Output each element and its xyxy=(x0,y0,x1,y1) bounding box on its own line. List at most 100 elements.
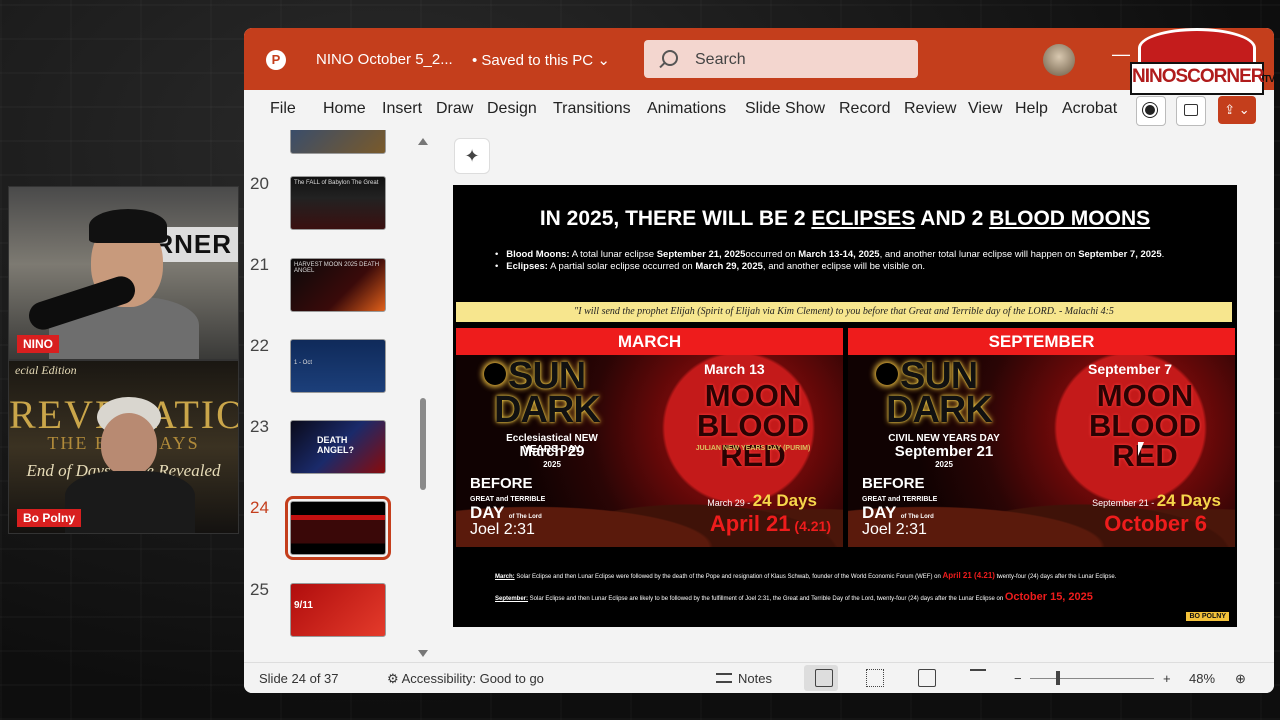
ninos-corner-logo: NINOSCORNERTV xyxy=(1130,28,1275,98)
slide-thumbnail-21[interactable]: HARVEST MOON 2025 DEATH ANGEL xyxy=(290,258,386,312)
note-label: March: xyxy=(495,574,515,580)
note-text: twenty-four (24) days after the Lunar Ec… xyxy=(994,574,1117,580)
note-highlight: April 21 (4.21) xyxy=(942,571,995,580)
reading-view-icon[interactable] xyxy=(918,669,936,687)
new-year-date: March 29 xyxy=(519,443,585,460)
search-icon xyxy=(662,50,678,66)
zoom-out-button[interactable]: − xyxy=(1014,671,1022,686)
thumbnail-title: 9/11 xyxy=(294,600,313,611)
zoom-slider[interactable] xyxy=(1030,678,1154,679)
notes-icon[interactable] xyxy=(716,673,732,683)
slide-thumbnail-25[interactable]: 9/11 xyxy=(290,583,386,637)
target-date: October 6 xyxy=(1104,511,1207,536)
logo-tv: TV xyxy=(1263,74,1276,85)
thumbnail-number: 25 xyxy=(250,580,269,599)
tab-file[interactable]: File xyxy=(270,100,296,118)
record-icon xyxy=(1145,105,1155,115)
bullet-eclipses: • Eclipses: A partial solar eclipse occu… xyxy=(495,261,926,272)
great-terrible-text: GREAT and TERRIBLE xyxy=(862,496,938,503)
moon-word: MOON xyxy=(1096,378,1194,413)
thumbnail-title: 1 - Oct xyxy=(294,360,313,366)
user-avatar[interactable] xyxy=(1043,44,1075,76)
notes-button[interactable]: Notes xyxy=(738,671,772,686)
tab-view[interactable]: View xyxy=(968,100,1002,118)
moon-date: March 13 xyxy=(704,361,765,377)
great-terrible-text: GREAT and TERRIBLE xyxy=(470,496,546,503)
moon-subtitle: JULIAN NEW YEARS DAY (PURIM) xyxy=(695,445,811,452)
thumbnail-number: 20 xyxy=(250,174,269,193)
note-highlight: October 15, 2025 xyxy=(1004,591,1093,603)
powerpoint-logo-icon[interactable]: P xyxy=(266,50,286,70)
bullet-text: A partial solar eclipse occurred on xyxy=(547,261,696,272)
slide-thumbnail-19[interactable] xyxy=(290,130,386,154)
zoom-slider-knob[interactable] xyxy=(1056,671,1060,685)
fit-to-window-icon[interactable]: ⊕ xyxy=(1235,671,1246,687)
tab-transitions[interactable]: Transitions xyxy=(553,100,631,118)
powerpoint-window: P NINO October 5_2... • Saved to this PC… xyxy=(244,28,1274,693)
slide-thumbnail-24-selected[interactable] xyxy=(285,496,391,560)
slide-thumbnail-20[interactable]: The FALL of Babylon The Great xyxy=(290,176,386,230)
mouse-cursor-icon xyxy=(1138,442,1144,456)
bullet-text: , and another total lunar eclipse will h… xyxy=(879,249,1079,260)
share-button[interactable]: ⇪ ⌄ xyxy=(1218,96,1256,124)
scroll-up-arrow-icon[interactable] xyxy=(418,138,428,145)
host-webcam: CORNER NINO xyxy=(8,186,239,360)
designer-sparkle-icon[interactable]: ✦ xyxy=(454,138,490,174)
thumbnail-title: DEATH ANGEL? xyxy=(317,435,354,455)
backdrop-edition: ecial Edition xyxy=(15,363,77,377)
title-bar: P NINO October 5_2... • Saved to this PC… xyxy=(244,28,1274,90)
tab-slide-show[interactable]: Slide Show xyxy=(745,100,825,118)
tab-home[interactable]: Home xyxy=(323,100,366,118)
slide-thumbnail-22[interactable]: 1 - Oct xyxy=(290,339,386,393)
document-title[interactable]: NINO October 5_2... xyxy=(316,51,453,68)
tab-acrobat[interactable]: Acrobat xyxy=(1062,100,1117,118)
slide-thumbnail-23[interactable]: DEATH ANGEL? xyxy=(290,420,386,474)
day-text: DAY of The Lord xyxy=(862,503,934,523)
share-icon: ⇪ ⌄ xyxy=(1224,102,1250,117)
save-status[interactable]: • Saved to this PC ⌄ xyxy=(472,51,610,69)
guest-shirt xyxy=(65,471,195,533)
sun-dark-text: SUN DARK xyxy=(886,357,993,429)
of-the-lord: of The Lord xyxy=(900,514,934,520)
comment-icon xyxy=(1184,104,1198,116)
moon-date: September 7 xyxy=(1088,361,1173,377)
day-count: September 21 - 24 Days xyxy=(1092,491,1221,511)
guest-webcam: ecial Edition REVELATION THE END DAYS En… xyxy=(8,360,239,534)
before-text: BEFORE xyxy=(470,475,533,492)
minimize-icon[interactable]: — xyxy=(1112,44,1130,65)
record-button[interactable] xyxy=(1136,96,1166,126)
thumbnail-number: 21 xyxy=(250,255,269,274)
scroll-down-arrow-icon[interactable] xyxy=(418,650,428,657)
normal-view-icon[interactable] xyxy=(815,669,833,687)
zoom-in-button[interactable]: + xyxy=(1163,671,1171,686)
accessibility-icon: ⚙ xyxy=(387,671,399,686)
tab-help[interactable]: Help xyxy=(1015,100,1048,118)
tab-animations[interactable]: Animations xyxy=(647,100,726,118)
target-date: April 21 xyxy=(709,511,791,536)
comments-button[interactable] xyxy=(1176,96,1206,126)
new-year-year: 2025 xyxy=(543,460,561,469)
title-text: AND 2 xyxy=(915,207,990,230)
current-slide[interactable]: IN 2025, THERE WILL BE 2 ECLIPSES AND 2 … xyxy=(453,185,1237,627)
note-text: Solar Eclipse and then Lunar Eclipse wer… xyxy=(514,574,943,580)
count-days: 24 Days xyxy=(1156,491,1221,510)
tab-review[interactable]: Review xyxy=(904,100,956,118)
before-text: BEFORE xyxy=(862,475,925,492)
slide-counter: Slide 24 of 37 xyxy=(259,671,339,686)
tab-insert[interactable]: Insert xyxy=(382,100,422,118)
accessibility-status[interactable]: ⚙ Accessibility: Good to go xyxy=(387,671,544,687)
slide-sorter-icon[interactable] xyxy=(866,669,884,687)
september-image: SUN DARK CIVIL NEW YEARS DAY September 21… xyxy=(848,355,1235,547)
tab-record[interactable]: Record xyxy=(839,100,891,118)
save-status-text: • Saved to this PC xyxy=(472,52,594,69)
tab-draw[interactable]: Draw xyxy=(436,100,473,118)
slide-show-icon[interactable] xyxy=(970,669,986,687)
slide-editor: ✦ IN 2025, THERE WILL BE 2 ECLIPSES AND … xyxy=(436,130,1274,662)
bullet-text: occurred on xyxy=(745,249,799,260)
title-text: IN 2025, THERE WILL BE 2 xyxy=(539,207,812,230)
thumbnail-scrollbar[interactable] xyxy=(420,398,426,490)
tab-design[interactable]: Design xyxy=(487,100,537,118)
search-box[interactable]: Search xyxy=(644,40,918,78)
day-count: March 29 - 24 Days xyxy=(707,491,817,511)
zoom-level[interactable]: 48% xyxy=(1189,671,1215,686)
